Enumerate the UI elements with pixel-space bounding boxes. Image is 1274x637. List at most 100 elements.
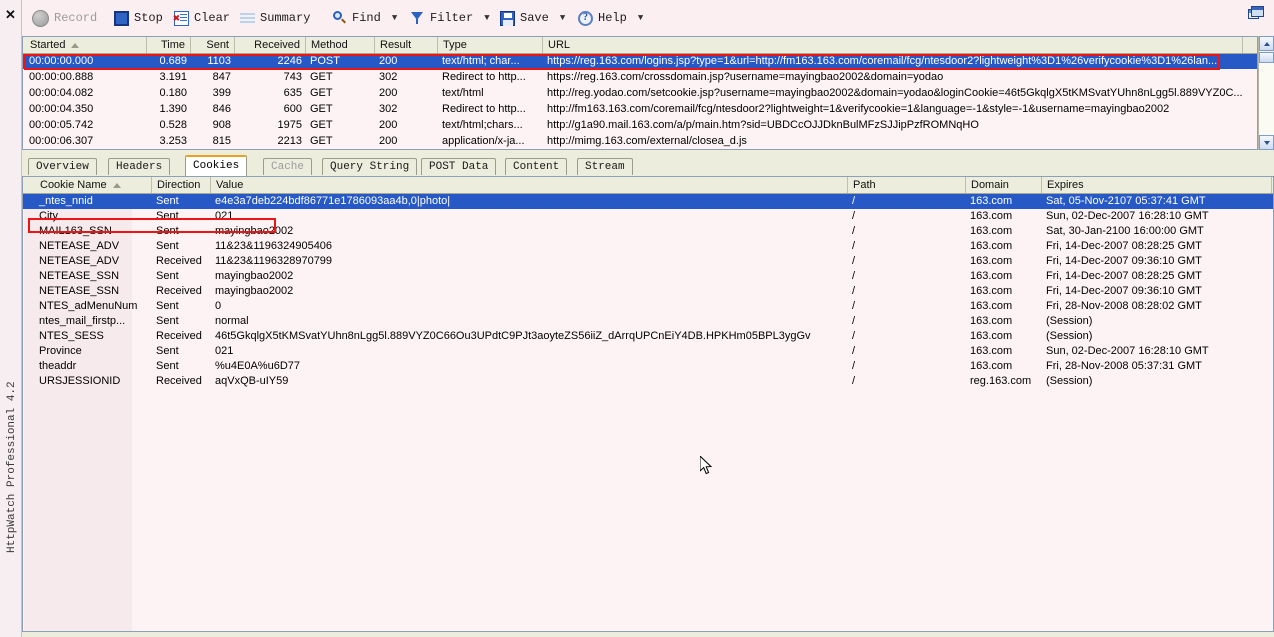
request-grid-cell-time: 3.253 <box>159 135 187 147</box>
request-grid-cell-time: 3.191 <box>159 71 187 83</box>
cookies-grid-row[interactable]: URSJESSIONID Received aqVxQB-uIY59 / reg.163… <box>23 374 1273 389</box>
cookies-grid-row[interactable]: NETEASE_SSN Sent mayingbao2002 / 163.com Fri,… <box>23 269 1273 284</box>
restore-window-icon[interactable] <box>1248 6 1266 21</box>
toolbar-button-filter[interactable]: Filter ▼ <box>410 7 490 29</box>
toolbar-button-stop[interactable]: Stop <box>114 7 163 29</box>
request-grid-row[interactable]: 00:00:05.742 0.528 908 1975 GET 200 text/html;… <box>23 118 1257 133</box>
request-grid-header-sent[interactable]: Sent <box>191 37 235 53</box>
cookies-grid-row[interactable]: MAIL163_SSN Sent mayingbao2002 / 163.com Sat,… <box>23 224 1273 239</box>
cookies-grid-row[interactable]: _ntes_nnid Sent e4e3a7deb224bdf86771e17860… <box>23 194 1273 209</box>
request-grid-cell-sent: 846 <box>212 103 231 115</box>
cookies-grid-cell-domain: 163.com <box>970 285 1013 297</box>
cookies-grid-cell-domain: 163.com <box>970 225 1013 237</box>
scroll-down-icon[interactable] <box>1259 135 1274 150</box>
request-grid-cell-type: application/x-ja... <box>442 135 525 147</box>
mouse-cursor <box>700 456 713 475</box>
tab-overview[interactable]: Overview <box>28 158 97 175</box>
summary-icon <box>240 10 255 26</box>
tab-headers[interactable]: Headers <box>108 158 171 175</box>
request-grid-header-received[interactable]: Received <box>235 37 306 53</box>
request-grid-header-type[interactable]: Type <box>438 37 543 53</box>
request-grid-cell-received: 1975 <box>277 119 302 131</box>
column-label: Started <box>30 39 66 51</box>
toolbar-button-help[interactable]: Help ▼ <box>578 7 643 29</box>
cookies-grid-cell-path: / <box>852 360 856 372</box>
cookies-grid-cell-name: NETEASE_ADV <box>39 255 120 267</box>
toolbar-button-summary[interactable]: Summary <box>240 7 310 29</box>
request-grid-header-result[interactable]: Result <box>375 37 438 53</box>
cookies-grid-cell-value: e4e3a7deb224bdf86771e1786093aa4b,0|photo… <box>215 195 451 207</box>
cookies-grid-header-path[interactable]: Path <box>848 177 966 193</box>
cookies-grid-cell-expires: Fri, 28-Nov-2008 05:37:31 GMT <box>1046 360 1202 372</box>
cookies-grid-header-name[interactable]: Cookie Name <box>35 177 152 193</box>
tab-cookies[interactable]: Cookies <box>185 155 248 176</box>
cookies-grid-cell-value: mayingbao2002 <box>215 285 294 297</box>
cookies-grid-row[interactable]: Province Sent 021 / 163.com Sun, 02-Dec-2007 … <box>23 344 1273 359</box>
column-label: Method <box>311 39 348 51</box>
cookies-grid-cell-name: NETEASE_SSN <box>39 270 120 282</box>
tab-post-data[interactable]: POST Data <box>421 158 497 175</box>
request-grid-row[interactable]: 00:00:06.307 3.253 815 2213 GET 200 applicatio… <box>23 134 1257 149</box>
cookies-grid-row[interactable]: NETEASE_ADV Sent 11&23&1196324905406 / 163.c… <box>23 239 1273 254</box>
cookies-grid-row[interactable]: ntes_mail_firstp... Sent normal / 163.com (Se… <box>23 314 1273 329</box>
request-grid-header-time[interactable]: Time <box>147 37 191 53</box>
request-grid-row[interactable]: 00:00:04.082 0.180 399 635 GET 200 text/html ht… <box>23 86 1257 101</box>
request-grid-cell-result: 200 <box>379 119 398 131</box>
record-icon <box>32 9 49 27</box>
cookies-grid-header-expires[interactable]: Expires <box>1042 177 1272 193</box>
cookies-grid-row[interactable]: NTES_adMenuNum Sent 0 / 163.com Fri, 28-Nov-2… <box>23 299 1273 314</box>
toolbar-button-clear[interactable]: Clear <box>173 7 230 29</box>
cookies-grid-cell-value: normal <box>215 315 249 327</box>
tab-content[interactable]: Content <box>505 158 568 175</box>
chevron-down-icon[interactable]: ▼ <box>484 13 489 23</box>
tab-stream[interactable]: Stream <box>577 158 633 175</box>
cookies-grid-row[interactable]: NTES_SESS Received 46t5GkqlgX5tKMSvatYUhn8… <box>23 329 1273 344</box>
cookies-grid-row[interactable]: City Sent 021 / 163.com Sun, 02-Dec-2007 16:2… <box>23 209 1273 224</box>
request-grid-scrollbar[interactable] <box>1258 36 1274 150</box>
cookies-grid-header-direction[interactable]: Direction <box>152 177 211 193</box>
cookies-grid-cell-value: 021 <box>215 210 234 222</box>
request-grid-cell-type: text/html; char... <box>442 55 520 67</box>
cookies-grid-row[interactable]: NETEASE_SSN Received mayingbao2002 / 163.com… <box>23 284 1273 299</box>
scrollbar-track[interactable] <box>1259 63 1274 135</box>
cookies-grid-cell-direction: Sent <box>156 210 179 222</box>
column-label: Time <box>160 39 185 51</box>
request-grid-row[interactable]: 00:00:04.350 1.390 846 600 GET 302 Redirect to… <box>23 102 1257 117</box>
request-grid-cell-started: 00:00:00.888 <box>29 71 94 83</box>
request-grid-cell-type: text/html;chars... <box>442 119 523 131</box>
close-icon[interactable]: ✕ <box>5 8 16 21</box>
tab-cache[interactable]: Cache <box>263 158 313 175</box>
toolbar-button-find[interactable]: Find ▼ <box>332 7 397 29</box>
request-grid-cell-url: http://reg.yodao.com/setcookie.jsp?usern… <box>547 87 1243 99</box>
request-grid-row[interactable]: 00:00:00.888 3.191 847 743 GET 302 Redirect to… <box>23 70 1257 85</box>
cookies-grid-cell-value: mayingbao2002 <box>215 270 294 282</box>
request-grid-header-url[interactable]: URL <box>543 37 1243 53</box>
scroll-up-icon[interactable] <box>1259 36 1274 51</box>
cookies-grid-cell-path: / <box>852 345 856 357</box>
column-label: Direction <box>157 179 201 191</box>
scrollbar-thumb[interactable] <box>1259 52 1274 63</box>
chevron-down-icon[interactable]: ▼ <box>560 13 565 23</box>
cookies-grid-row[interactable]: theaddr Sent %u4E0A%u6D77 / 163.com Fri, 28-N… <box>23 359 1273 374</box>
request-grid-cell-received: 743 <box>283 71 302 83</box>
column-label: Path <box>853 179 876 191</box>
cookies-grid-cell-value: 11&23&1196328970799 <box>215 255 333 267</box>
cookies-grid-cell-domain: 163.com <box>970 195 1013 207</box>
cookies-grid-cell-domain: 163.com <box>970 345 1013 357</box>
cookies-grid-header-domain[interactable]: Domain <box>966 177 1042 193</box>
cookies-grid-cell-name: theaddr <box>39 360 77 372</box>
cookies-grid-cell-domain: 163.com <box>970 315 1013 327</box>
request-grid-header-method[interactable]: Method <box>306 37 375 53</box>
chevron-down-icon[interactable]: ▼ <box>638 13 643 23</box>
toolbar-button-save[interactable]: Save ▼ <box>500 7 565 29</box>
cookies-grid-header-value[interactable]: Value <box>211 177 848 193</box>
cookies-grid-row[interactable]: NETEASE_ADV Received 11&23&1196328970799 / 1… <box>23 254 1273 269</box>
request-grid-header-started[interactable]: Started <box>25 37 147 53</box>
app-title-vertical: HttpWatch Professional 4.2 <box>6 381 18 553</box>
chevron-down-icon[interactable]: ▼ <box>392 13 397 23</box>
tab-query-string[interactable]: Query String <box>322 158 418 175</box>
column-label: Result <box>380 39 412 51</box>
left-rail: ✕ HttpWatch Professional 4.2 <box>0 0 22 637</box>
request-grid-cell-result: 200 <box>379 87 398 99</box>
request-grid-row[interactable]: 00:00:00.000 0.689 1103 2246 POST 200 text/htm… <box>23 54 1257 69</box>
